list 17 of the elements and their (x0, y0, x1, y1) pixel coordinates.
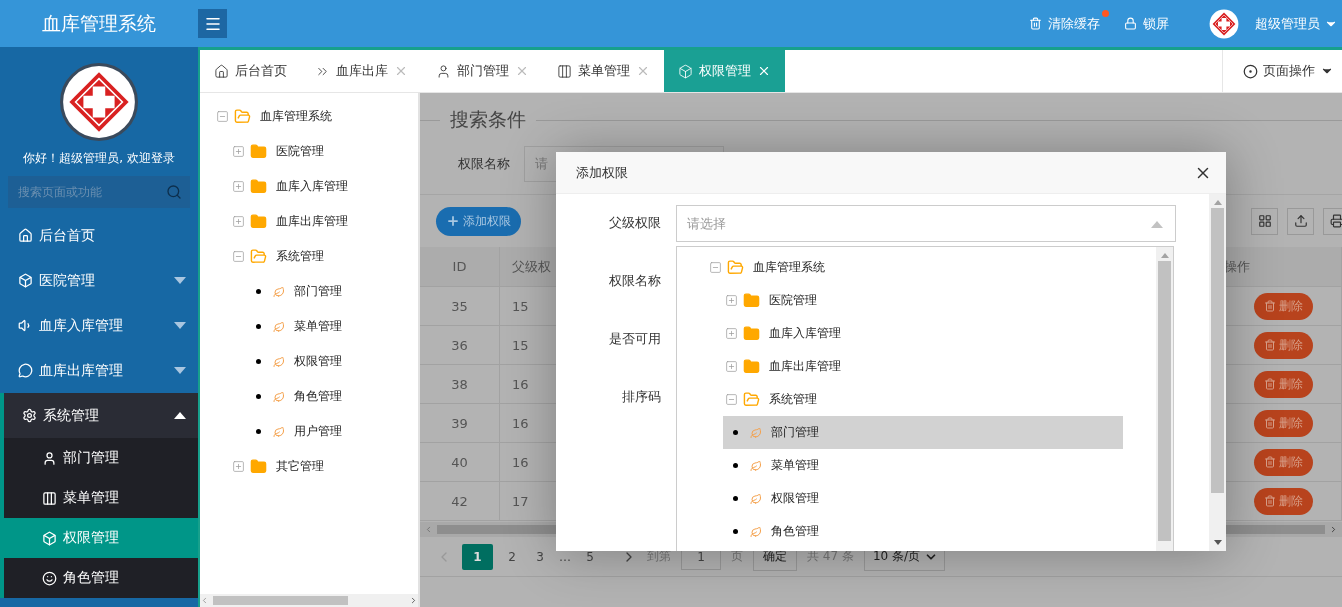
dialog-title: 添加权限 (576, 163, 629, 182)
table-cell: 36 (420, 326, 500, 365)
app-title: 血库管理系统 (41, 10, 157, 36)
field-label: 父级权限 (609, 214, 661, 232)
column-header: ID (420, 247, 500, 287)
field-label: 是否可用 (609, 330, 661, 348)
table-cell: 42 (420, 482, 500, 521)
ellipsis: … (559, 549, 571, 564)
table-cell: 39 (420, 404, 500, 443)
section-title: 搜索条件 (449, 107, 527, 132)
table-cell: 40 (420, 443, 500, 482)
field-label: 权限名称 (458, 154, 510, 173)
table-cell: 38 (420, 365, 500, 404)
field-label: 权限名称 (609, 272, 661, 290)
greeting-text: 你好！超级管理员, 欢迎登录 (23, 150, 175, 167)
table-cell: 35 (420, 287, 500, 326)
field-label: 排序码 (622, 388, 661, 406)
